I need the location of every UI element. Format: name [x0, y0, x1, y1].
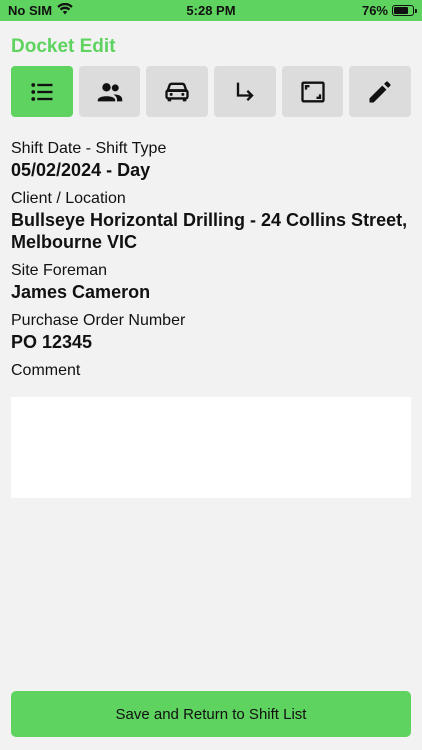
wifi-icon — [57, 2, 73, 18]
battery-percent: 76% — [361, 3, 388, 18]
po-label: Purchase Order Number — [11, 312, 186, 329]
tab-transfer[interactable] — [214, 66, 276, 117]
status-left: No SIM — [8, 2, 73, 18]
po-value[interactable]: PO 12345 — [11, 331, 411, 353]
comment-label: Comment — [11, 362, 81, 379]
pencil-icon — [369, 80, 391, 102]
comment-field: Comment — [11, 361, 411, 381]
foreman-label: Site Foreman — [11, 262, 108, 279]
list-icon — [31, 82, 53, 101]
client-value[interactable]: Bullseye Horizontal Drilling - 24 Collin… — [11, 209, 411, 253]
foreman-field: Site Foreman James Cameron — [11, 261, 411, 303]
shift-value[interactable]: 05/02/2024 - Day — [11, 159, 411, 181]
battery-icon — [392, 5, 417, 16]
turn-right-arrow-icon — [236, 82, 254, 101]
foreman-value[interactable]: James Cameron — [11, 281, 411, 303]
client-field: Client / Location Bullseye Horizontal Dr… — [11, 189, 411, 253]
client-label: Client / Location — [11, 190, 126, 207]
tab-people[interactable] — [78, 66, 141, 117]
docket-fields: Shift Date - Shift Type 05/02/2024 - Day… — [11, 139, 411, 389]
status-bar: No SIM 5:28 PM 76% — [0, 0, 422, 21]
tab-signature[interactable] — [349, 66, 412, 117]
people-icon — [97, 82, 122, 101]
battery-fill — [394, 7, 408, 14]
tab-vehicle[interactable] — [146, 66, 209, 117]
status-right: 76% — [361, 3, 417, 18]
page-title: Docket Edit — [11, 36, 116, 57]
tab-details[interactable] — [11, 66, 73, 117]
crop-frame-icon — [300, 81, 325, 102]
shift-label: Shift Date - Shift Type — [11, 140, 167, 157]
tab-bar — [11, 66, 412, 117]
tab-photos[interactable] — [281, 66, 344, 117]
carrier-label: No SIM — [8, 3, 53, 18]
shift-field: Shift Date - Shift Type 05/02/2024 - Day — [11, 139, 411, 181]
car-icon — [165, 82, 189, 101]
save-return-button[interactable]: Save and Return to Shift List — [11, 691, 411, 737]
comment-input[interactable] — [11, 397, 411, 498]
po-field: Purchase Order Number PO 12345 — [11, 311, 411, 353]
